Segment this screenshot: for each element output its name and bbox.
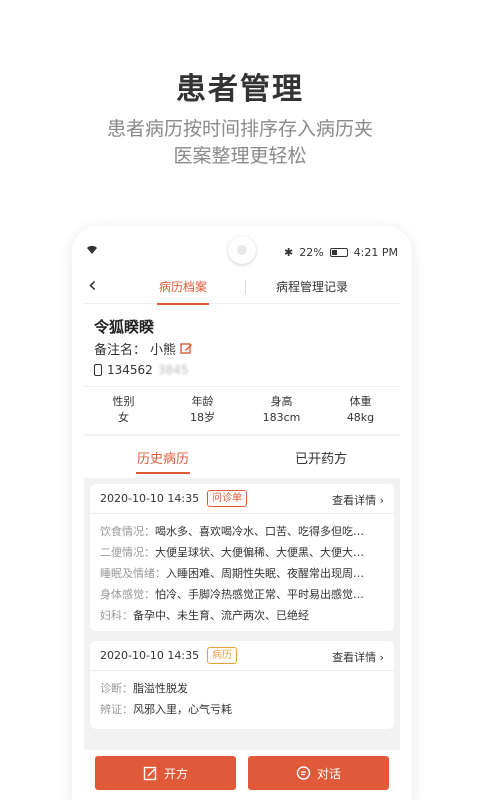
chat-button[interactable]: 对话	[248, 756, 389, 790]
stat-label: 年龄	[191, 395, 214, 408]
patient-stats: 性别 女 年龄 18岁 身高 183cm 体重 48kg	[84, 386, 400, 434]
status-time: 4:21 PM	[353, 246, 398, 259]
promo-subtitle-line1: 患者病历按时间排序存入病历夹	[106, 118, 373, 140]
tab-medical-records[interactable]: 病历档案	[156, 278, 210, 305]
status-bar: ✱ 22% 4:21 PM	[86, 244, 398, 260]
wifi-icon	[86, 245, 98, 258]
battery-percent: 22%	[299, 246, 324, 259]
view-details-link[interactable]: 查看详情 ›	[332, 492, 384, 508]
tab-prescriptions[interactable]: 已开药方	[242, 436, 400, 478]
card-tag: 病历	[207, 647, 237, 664]
card-row: 身体感觉：怕冷、手脚冷热感觉正常、平时易出感觉…	[100, 584, 384, 605]
battery-icon	[329, 248, 348, 257]
patient-phone: 134562 3845	[94, 363, 188, 377]
promo-title: 患者管理	[176, 72, 304, 107]
stat-value: 48kg	[346, 411, 375, 424]
edit-icon[interactable]	[180, 342, 193, 355]
stat-label: 体重	[349, 395, 372, 408]
stat-label: 性别	[112, 395, 135, 408]
stat-weight: 体重 48kg	[321, 387, 400, 434]
promo-subtitle: 患者病历按时间排序存入病历夹 医案整理更轻松	[0, 116, 480, 170]
chat-icon	[296, 765, 311, 781]
record-card[interactable]: 2020-10-10 14:35 问诊单 查看详情 › 饮食情况：喝水多、喜欢喝…	[90, 484, 394, 631]
card-row: 饮食情况：喝水多、喜欢喝冷水、口苦、吃得多但吃…	[100, 521, 384, 542]
card-row: 诊断：脂溢性脱发	[100, 678, 384, 699]
card-row: 二便情况：大便呈球状、大便偏稀、大便黑、大便大…	[100, 542, 384, 563]
row-value: 风邪入里，心气亏耗	[133, 703, 232, 716]
note-label: 备注名：	[94, 343, 147, 358]
row-label: 饮食情况：	[100, 525, 155, 538]
card-body: 诊断：脂溢性脱发 辨证：风邪入里，心气亏耗	[90, 671, 394, 720]
card-row: 辨证：风邪入里，心气亏耗	[100, 699, 384, 720]
card-header: 2020-10-10 14:35 病历 查看详情 ›	[90, 641, 394, 671]
prescribe-label: 开方	[163, 766, 188, 781]
view-details-link[interactable]: 查看详情 ›	[332, 649, 384, 665]
card-date: 2020-10-10 14:35	[100, 492, 200, 505]
stat-value: 18岁	[190, 411, 215, 424]
tab-history-records[interactable]: 历史病历	[84, 436, 242, 478]
promo-subtitle-line2: 医案整理更轻松	[173, 145, 307, 167]
patient-name: 令狐睽睽	[94, 318, 155, 336]
row-label: 诊断：	[100, 682, 133, 695]
nav-divider	[245, 280, 246, 294]
records-area: 历史病历 已开药方 2020-10-10 14:35 问诊单 查看详情 › 饮食…	[84, 434, 400, 750]
status-right: ✱ 22% 4:21 PM	[284, 246, 398, 259]
row-label: 辨证：	[100, 703, 133, 716]
prescribe-icon	[143, 766, 158, 781]
row-label: 睡眠及情绪：	[100, 567, 166, 580]
card-body: 饮食情况：喝水多、喜欢喝冷水、口苦、吃得多但吃… 二便情况：大便呈球状、大便偏稀…	[90, 514, 394, 626]
bluetooth-icon: ✱	[284, 246, 294, 259]
card-header: 2020-10-10 14:35 问诊单 查看详情 ›	[90, 484, 394, 514]
stat-value: 183cm	[262, 411, 301, 424]
row-value: 入睡困难、周期性失眠、夜醒常出现周…	[166, 567, 364, 580]
stat-gender: 性别 女	[84, 387, 163, 434]
phone-frame: ✱ 22% 4:21 PM ‹ 病历档案 病程管理记录 令狐睽睽 备注名： 小熊…	[72, 226, 412, 800]
row-value: 脂溢性脱发	[133, 682, 188, 695]
chat-label: 对话	[316, 766, 341, 781]
phone-masked: 3845	[157, 363, 189, 377]
navbar: ‹ 病历档案 病程管理记录	[84, 270, 400, 305]
phone-visible: 134562	[107, 363, 153, 377]
stat-label: 身高	[270, 395, 293, 408]
stat-height: 身高 183cm	[242, 387, 321, 434]
mobile-icon	[94, 364, 102, 376]
row-value: 喝水多、喜欢喝冷水、口苦、吃得多但吃…	[155, 525, 364, 538]
tab-course-management[interactable]: 病程管理记录	[276, 278, 348, 295]
card-tag: 问诊单	[207, 490, 247, 507]
row-label: 二便情况：	[100, 546, 155, 559]
card-row: 睡眠及情绪：入睡困难、周期性失眠、夜醒常出现周…	[100, 563, 384, 584]
record-card[interactable]: 2020-10-10 14:35 病历 查看详情 › 诊断：脂溢性脱发 辨证：风…	[90, 641, 394, 729]
bottom-action-bar: 开方 对话	[84, 750, 400, 800]
row-label: 妇科：	[100, 609, 133, 622]
stat-age: 年龄 18岁	[163, 387, 242, 434]
back-icon[interactable]: ‹	[88, 274, 97, 298]
records-tabs: 历史病历 已开药方	[84, 436, 400, 478]
row-value: 备孕中、未生育、流产两次、已绝经	[133, 609, 309, 622]
row-label: 身体感觉：	[100, 588, 155, 601]
patient-note: 备注名： 小熊	[94, 339, 193, 358]
row-value: 大便呈球状、大便偏稀、大便黑、大便大…	[155, 546, 364, 559]
note-value: 小熊	[150, 343, 177, 358]
stat-value: 女	[118, 411, 129, 424]
card-date: 2020-10-10 14:35	[100, 649, 200, 662]
row-value: 怕冷、手脚冷热感觉正常、平时易出感觉…	[155, 588, 364, 601]
prescribe-button[interactable]: 开方	[95, 756, 236, 790]
card-row: 妇科：备孕中、未生育、流产两次、已绝经	[100, 605, 384, 626]
